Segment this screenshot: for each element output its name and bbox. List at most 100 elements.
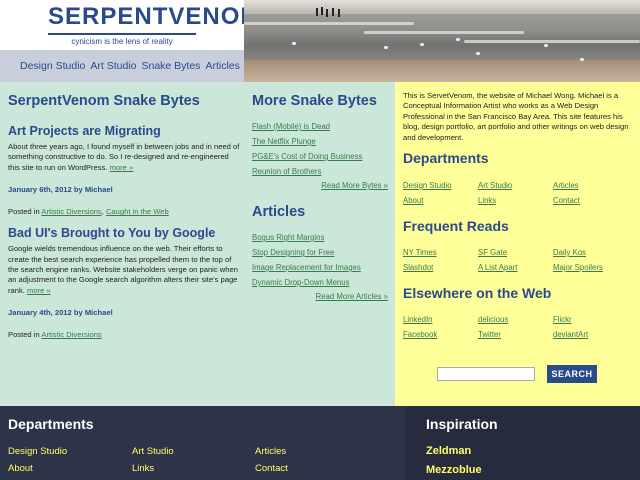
photo-bird: [580, 58, 584, 61]
photo-bird: [456, 38, 460, 41]
more-bytes-heading: More Snake Bytes: [252, 93, 377, 109]
more-bytes-link[interactable]: Flash (Mobile) is Dead: [252, 119, 388, 134]
dept-link-links[interactable]: Links: [478, 195, 553, 206]
nav-design-studio[interactable]: Design Studio: [20, 60, 85, 72]
category-link[interactable]: Artistic Diversions: [41, 207, 101, 216]
footer-link-articles[interactable]: Articles: [255, 446, 286, 457]
blog-column: SerpentVenom Snake Bytes Art Projects ar…: [8, 92, 240, 339]
logo-text: SERPENTVENOM: [48, 3, 262, 30]
header-beach-photo: [244, 0, 640, 82]
footer-link-design-studio[interactable]: Design Studio: [8, 446, 67, 457]
read-link-ny-times[interactable]: NY Times: [403, 247, 478, 258]
nav-art-studio[interactable]: Art Studio: [90, 60, 136, 72]
nav-snake-bytes[interactable]: Snake Bytes: [141, 60, 200, 72]
category-link[interactable]: Caught in the Web: [106, 207, 169, 216]
footer-link-contact[interactable]: Contact: [255, 463, 288, 474]
post-date: January 4th, 2012 by Michael: [8, 308, 113, 318]
read-more-articles-link[interactable]: Read More Articles »: [252, 290, 388, 304]
photo-bird: [544, 44, 548, 47]
category-link[interactable]: Artistic Diversions: [41, 330, 101, 339]
read-link-slashdot[interactable]: Slashdot: [403, 262, 478, 273]
dept-link-design-studio[interactable]: Design Studio: [403, 180, 478, 191]
header: SERPENTVENOM cynicism is the lens of rea…: [0, 0, 640, 82]
read-link-daily-kos[interactable]: Daily Kos: [553, 247, 633, 258]
photo-sand: [244, 60, 640, 82]
departments-heading: Departments: [403, 150, 489, 166]
footer-link-art-studio[interactable]: Art Studio: [132, 446, 174, 457]
article-link[interactable]: Dynamic Drop-Down Menus: [252, 275, 388, 290]
more-bytes-link[interactable]: PG&E's Cost of Doing Business: [252, 149, 388, 164]
footer-link-links[interactable]: Links: [132, 463, 154, 474]
social-link-delicious[interactable]: delicious: [478, 314, 553, 325]
photo-person: [321, 7, 323, 15]
social-link-deviantart[interactable]: deviantArt: [553, 329, 633, 340]
article-link[interactable]: Stop Designing for Free: [252, 245, 388, 260]
photo-person: [316, 8, 318, 16]
dept-link-contact[interactable]: Contact: [553, 195, 633, 206]
article-link[interactable]: Bogus Right Margins: [252, 230, 388, 245]
photo-person: [326, 9, 328, 17]
right-sidebar: This is ServetVenom, the website of Mich…: [395, 82, 640, 406]
photo-bird: [292, 42, 296, 45]
tagline: cynicism is the lens of reality: [71, 37, 173, 46]
dept-link-articles[interactable]: Articles: [553, 180, 633, 191]
photo-wave: [464, 40, 640, 43]
elsewhere-links: LinkedIn delicious Flickr Facebook Twitt…: [403, 314, 633, 340]
nav-articles[interactable]: Articles: [205, 60, 239, 72]
post-categories: Posted in Artistic Diversions: [8, 330, 240, 339]
dept-link-art-studio[interactable]: Art Studio: [478, 180, 553, 191]
inspiration-link-mezzoblue[interactable]: Mezzoblue: [426, 464, 482, 476]
post-excerpt: About three years ago, I found myself in…: [8, 142, 240, 173]
departments-links: Design Studio Art Studio Articles About …: [403, 180, 633, 206]
post-categories: Posted in Artistic Diversions, Caught in…: [8, 207, 169, 217]
posted-in-label: Posted in: [8, 207, 40, 217]
more-bytes-link[interactable]: Reunion of Brothers: [252, 164, 388, 179]
read-more-bytes-link[interactable]: Read More Bytes »: [252, 179, 388, 193]
footer: Departments Design Studio Art Studio Art…: [0, 406, 640, 480]
social-link-twitter[interactable]: Twitter: [478, 329, 553, 340]
read-link-a-list-apart[interactable]: A List Apart: [478, 262, 553, 273]
read-link-major-spoilers[interactable]: Major Spoilers: [553, 262, 633, 273]
blog-post: Art Projects are Migrating About three y…: [8, 124, 240, 216]
post-title[interactable]: Art Projects are Migrating: [8, 124, 240, 139]
articles-heading: Articles: [252, 204, 306, 220]
post-title[interactable]: Bad UI's Brought to You by Google: [8, 226, 240, 241]
main-content: SerpentVenom Snake Bytes Art Projects ar…: [0, 82, 395, 406]
main-nav: Design Studio Art Studio Snake Bytes Art…: [0, 50, 244, 82]
frequent-reads-links: NY Times SF Gate Daily Kos Slashdot A Li…: [403, 247, 633, 273]
post-more-link[interactable]: more »: [110, 163, 134, 172]
page-title: SerpentVenom Snake Bytes: [8, 93, 200, 109]
frequent-reads-heading: Frequent Reads: [403, 218, 509, 234]
footer-inspiration-heading: Inspiration: [426, 416, 498, 432]
photo-wave: [244, 22, 414, 25]
read-link-sf-gate[interactable]: SF Gate: [478, 247, 553, 258]
inspiration-link-zeldman[interactable]: Zeldman: [426, 445, 471, 457]
article-link[interactable]: Image Replacement for Images: [252, 260, 388, 275]
footer-link-about[interactable]: About: [8, 463, 33, 474]
post-more-link[interactable]: more »: [27, 286, 51, 295]
photo-bird: [420, 43, 424, 46]
search-input[interactable]: [437, 367, 535, 381]
photo-bird: [384, 46, 388, 49]
logo-underline: [48, 33, 196, 35]
blog-post: Bad UI's Brought to You by Google Google…: [8, 226, 240, 339]
social-link-facebook[interactable]: Facebook: [403, 329, 478, 340]
more-bytes-link[interactable]: The Netflix Plunge: [252, 134, 388, 149]
social-link-linkedin[interactable]: LinkedIn: [403, 314, 478, 325]
secondary-column: More Snake Bytes Flash (Mobile) is Dead …: [252, 92, 388, 304]
photo-person: [332, 8, 334, 16]
photo-wave: [364, 31, 524, 34]
logo-area: SERPENTVENOM cynicism is the lens of rea…: [0, 0, 262, 50]
photo-bird: [476, 52, 480, 55]
post-date: January 6th, 2012 by Michael: [8, 185, 113, 195]
footer-departments-heading: Departments: [8, 416, 94, 432]
dept-link-about[interactable]: About: [403, 195, 478, 206]
social-link-flickr[interactable]: Flickr: [553, 314, 633, 325]
logo[interactable]: SERPENTVENOM: [48, 2, 262, 35]
about-blurb: This is ServetVenom, the website of Mich…: [403, 91, 629, 142]
elsewhere-heading: Elsewhere on the Web: [403, 285, 552, 301]
photo-sky: [244, 0, 640, 14]
post-excerpt: Google wields tremendous influence on th…: [8, 244, 240, 296]
photo-person: [338, 9, 340, 17]
search-button[interactable]: SEARCH: [547, 365, 597, 383]
